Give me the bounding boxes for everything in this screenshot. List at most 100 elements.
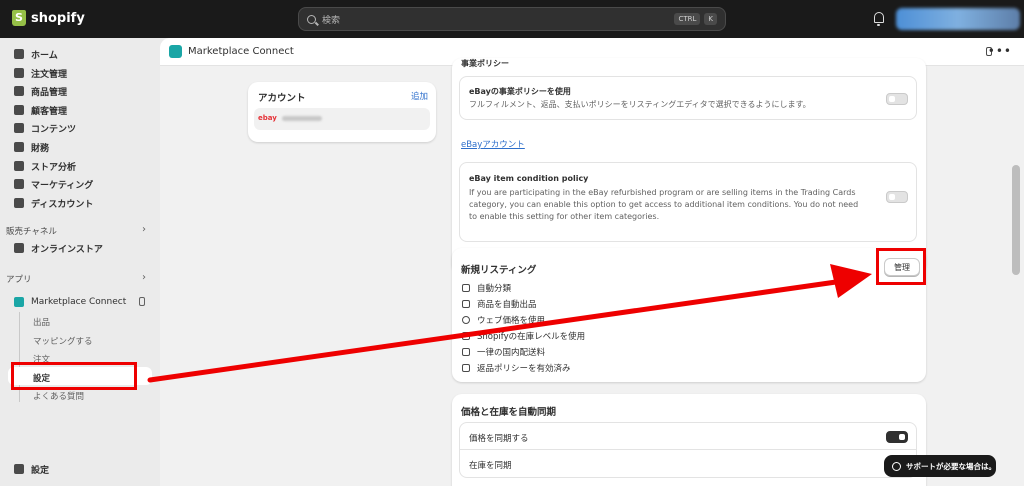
sidebar-item-label: 財務	[31, 143, 50, 154]
image-icon	[14, 123, 24, 133]
more-icon[interactable]: •••	[988, 44, 1012, 58]
feature-label: 返品ポリシーを有効済み	[477, 364, 571, 374]
new-listing-card: 新規リスティング 管理 自動分類 商品を自動出品 ウェブ価格を使用 Shopif…	[452, 248, 926, 382]
policy-card: 事業ポリシー eBayの事業ポリシーを使用 フルフィルメント、返品、支払いポリシ…	[452, 58, 926, 274]
sidebar-item-label: Marketplace Connect	[31, 297, 127, 307]
sidebar-item-marketplace-connect[interactable]: Marketplace Connect	[14, 294, 126, 310]
sidebar-item-label: 商品管理	[31, 87, 68, 98]
sync-inventory-label: 在庫を同期	[469, 461, 512, 471]
sidebar-item-label: ホーム	[31, 50, 58, 61]
sidebar-item-label: ディスカウント	[31, 199, 94, 210]
sync-price-toggle[interactable]	[886, 431, 908, 443]
sub-item-orders[interactable]: 注文	[33, 353, 50, 365]
bank-icon	[14, 142, 24, 152]
sub-nav-line	[19, 312, 20, 402]
business-policy-box: eBayの事業ポリシーを使用 フルフィルメント、返品、支払いポリシーをリスティン…	[459, 76, 917, 120]
search-placeholder: 検索	[322, 15, 341, 26]
sidebar-item-customers[interactable]: 顧客管理	[14, 102, 67, 118]
feature-item: 返品ポリシーを有効済み	[462, 362, 571, 374]
account-title: アカウント	[258, 93, 306, 104]
search-input[interactable]: 検索 CTRL K	[298, 7, 726, 31]
sidebar-item-orders[interactable]: 注文管理	[14, 65, 67, 81]
condition-policy-desc: If you are participating in the eBay ref…	[469, 188, 859, 221]
condition-policy-title: eBay item condition policy	[469, 174, 589, 183]
sidebar-item-products[interactable]: 商品管理	[14, 83, 67, 99]
sub-item-faq[interactable]: よくある質問	[33, 390, 84, 402]
help-label: サポートが必要な場合は。	[906, 461, 996, 471]
help-button[interactable]: サポートが必要な場合は。	[884, 455, 996, 477]
tag-icon	[14, 86, 24, 96]
feature-item: ウェブ価格を使用	[462, 314, 545, 326]
kbd-ctrl: CTRL	[674, 13, 701, 25]
feature-item: Shopifyの在庫レベルを使用	[462, 330, 585, 342]
sidebar-item-settings[interactable]: 設定	[14, 461, 49, 477]
sidebar-item-label: オンラインストア	[31, 244, 103, 255]
sub-item-mapping[interactable]: マッピングする	[33, 335, 93, 347]
sync-card: 価格と在庫を自動同期 価格を同期する 在庫を同期	[452, 394, 926, 486]
sidebar-item-label: 顧客管理	[31, 106, 68, 117]
target-icon	[14, 179, 24, 189]
top-bar: shopify 検索 CTRL K	[0, 0, 1024, 38]
ebay-account-link[interactable]: eBayアカウント	[461, 138, 525, 150]
box-icon	[462, 284, 470, 292]
feature-label: Shopifyの在庫レベルを使用	[477, 332, 586, 342]
ebay-logo: ebay	[258, 114, 277, 122]
sidebar: ホーム 注文管理 商品管理 顧客管理 コンテンツ 財務 ストア分析 マーケティン…	[0, 38, 160, 486]
apps-label: アプリ	[6, 275, 32, 285]
feature-label: 商品を自動出品	[477, 300, 537, 310]
feature-item: 自動分類	[462, 282, 511, 294]
ebay-account-row[interactable]: ebay	[254, 108, 430, 130]
search-icon	[307, 14, 316, 24]
sync-title: 価格と在庫を自動同期	[461, 407, 557, 418]
scrollbar[interactable]	[1012, 165, 1020, 275]
main-panel: Marketplace Connect ••• アカウント 追加 ebay 事業…	[160, 38, 1024, 486]
bell-icon[interactable]	[874, 12, 884, 26]
sidebar-item-label: 注文管理	[31, 69, 68, 80]
sidebar-item-content[interactable]: コンテンツ	[14, 120, 76, 136]
feature-label: 自動分類	[477, 284, 512, 294]
new-listing-title: 新規リスティング	[461, 265, 537, 276]
store-icon	[14, 243, 24, 253]
manage-button[interactable]: 管理	[884, 258, 920, 276]
sidebar-item-finance[interactable]: 財務	[14, 139, 49, 155]
inventory-icon	[462, 332, 470, 340]
gear-icon	[14, 464, 24, 474]
feature-item: 商品を自動出品	[462, 298, 537, 310]
inbox-icon	[14, 68, 24, 78]
marketplace-connect-icon	[169, 45, 182, 58]
sync-inventory-row: 在庫を同期	[459, 450, 917, 478]
feature-item: 一律の国内配送料	[462, 346, 545, 358]
discount-icon	[14, 198, 24, 208]
chevron-right-icon[interactable]: ›	[142, 224, 146, 235]
sidebar-item-marketing[interactable]: マーケティング	[14, 176, 93, 192]
truck-icon	[462, 348, 470, 356]
account-name-redacted	[282, 116, 322, 121]
kbd-k: K	[704, 13, 717, 25]
add-account-link[interactable]: 追加	[411, 90, 428, 102]
receipt-icon	[462, 364, 470, 372]
dollar-icon	[462, 316, 470, 324]
account-card: アカウント 追加 ebay	[248, 82, 436, 142]
sidebar-item-discounts[interactable]: ディスカウント	[14, 195, 93, 211]
condition-policy-toggle[interactable]	[886, 191, 908, 203]
shopify-bag-icon	[12, 10, 26, 26]
policy-section-title: 事業ポリシー	[461, 59, 509, 68]
business-policy-toggle[interactable]	[886, 93, 908, 105]
sub-item-listings[interactable]: 出品	[33, 316, 50, 328]
account-menu[interactable]	[896, 8, 1020, 30]
sync-price-row: 価格を同期する	[459, 422, 917, 450]
sub-item-settings[interactable]: 設定	[33, 372, 50, 384]
sidebar-item-online-store[interactable]: オンラインストア	[14, 240, 103, 256]
marketplace-connect-icon	[14, 297, 24, 307]
chevron-right-icon[interactable]: ›	[142, 272, 146, 283]
condition-policy-box: eBay item condition policy If you are pa…	[459, 162, 917, 242]
pin-icon[interactable]	[139, 297, 145, 306]
sidebar-item-label: ストア分析	[31, 162, 77, 173]
shopify-logo[interactable]: shopify	[12, 10, 85, 26]
sidebar-item-home[interactable]: ホーム	[14, 46, 58, 62]
business-policy-desc: フルフィルメント、返品、支払いポリシーをリスティングエディタで選択できるようにし…	[469, 100, 811, 109]
sidebar-item-analytics[interactable]: ストア分析	[14, 158, 76, 174]
business-policy-title: eBayの事業ポリシーを使用	[469, 87, 571, 96]
home-icon	[14, 49, 24, 59]
feature-label: 一律の国内配送料	[477, 348, 546, 358]
